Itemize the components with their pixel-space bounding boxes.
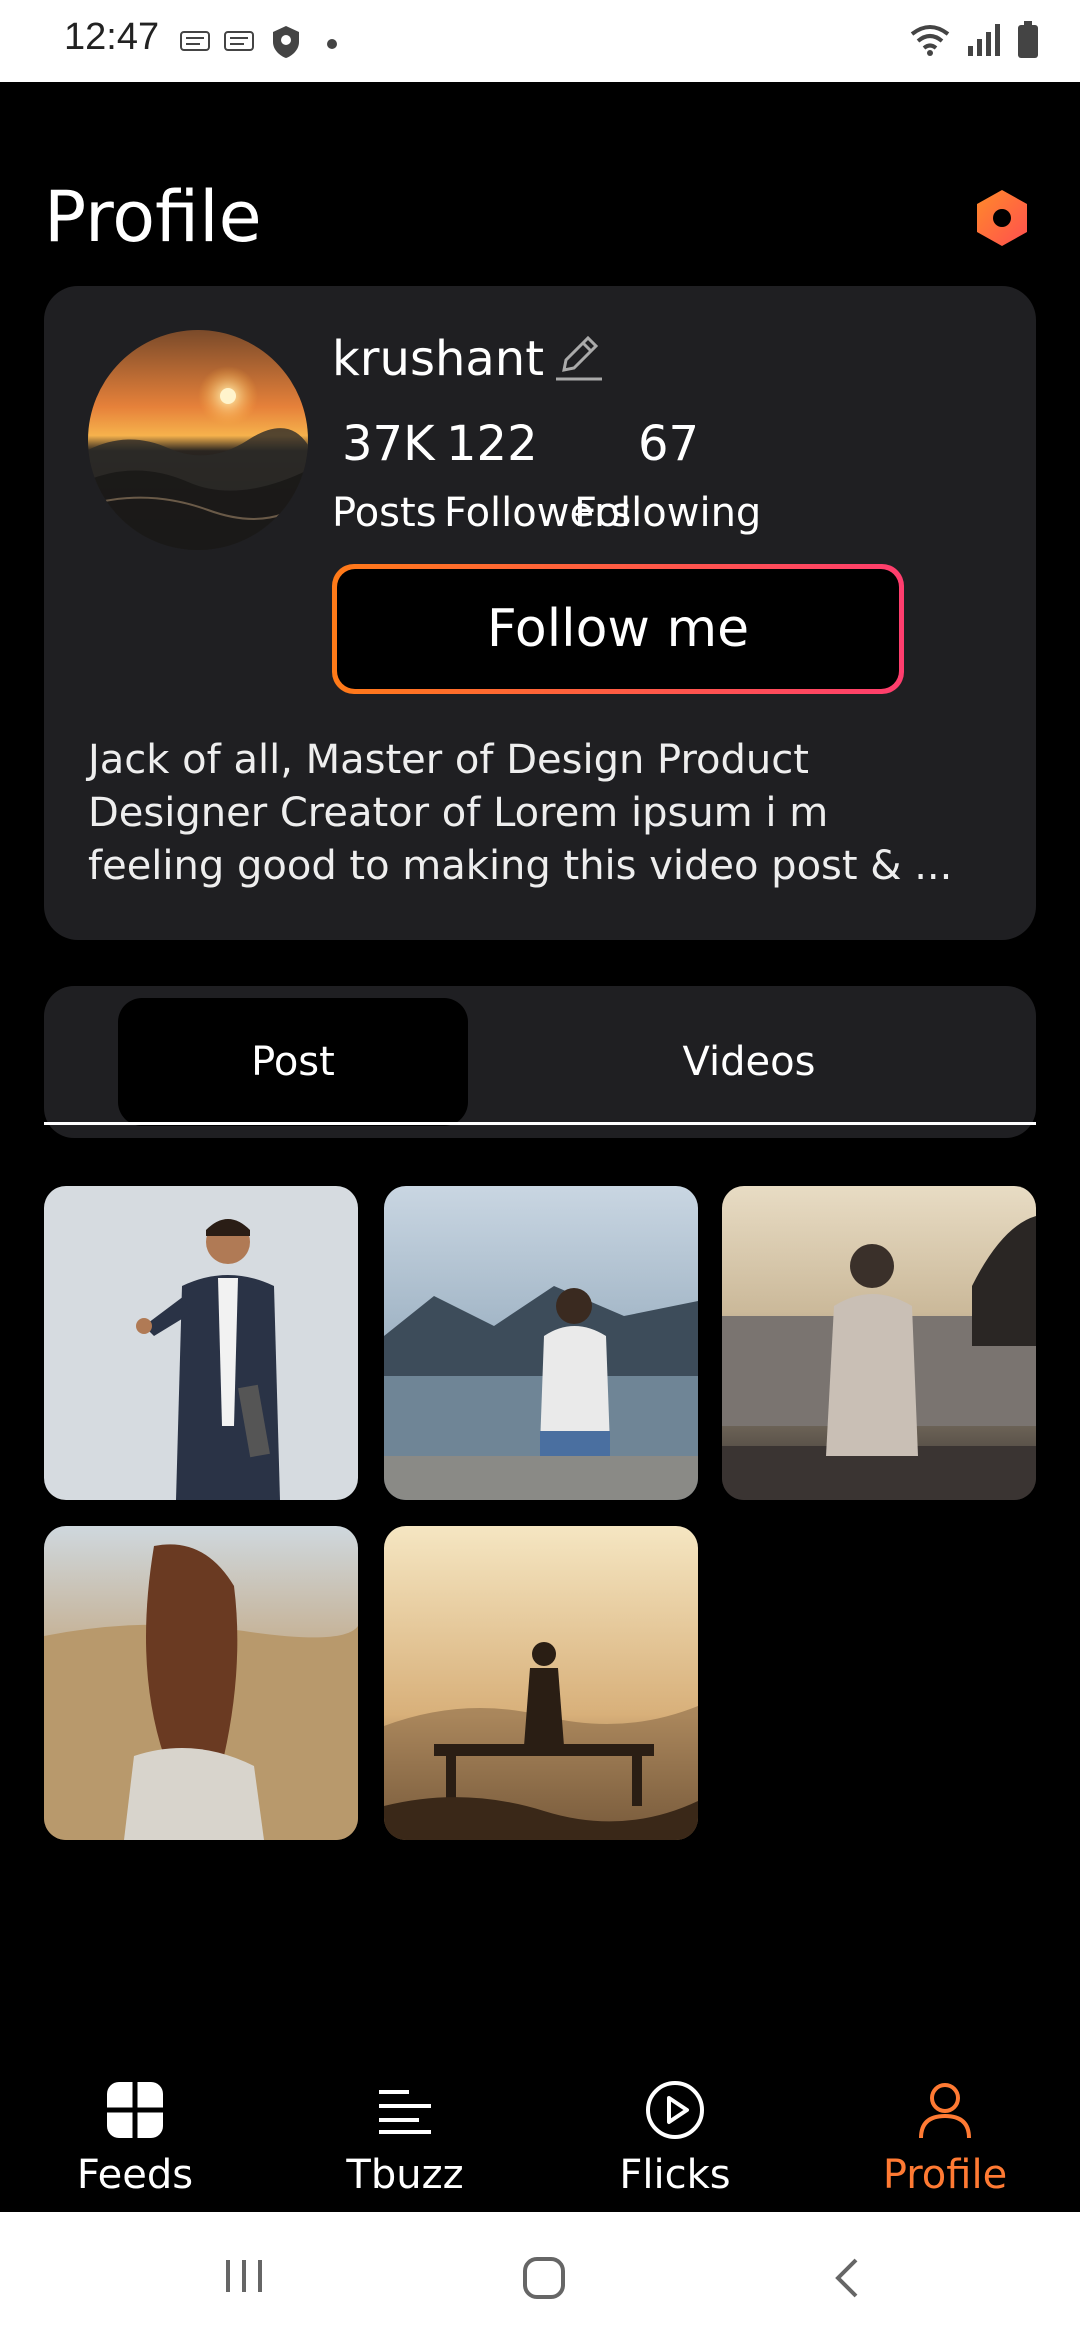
username-row: krushant (332, 330, 606, 388)
status-time: 12:47 (64, 16, 160, 58)
follow-button-label: Follow me (337, 569, 899, 689)
stat-value: 122 (446, 416, 538, 472)
edit-pencil-icon[interactable] (552, 330, 606, 388)
dot-icon (326, 34, 338, 55)
play-circle-icon (645, 2080, 705, 2144)
nav-flicks[interactable]: Flicks (540, 2080, 810, 2198)
person-icon (915, 2080, 975, 2144)
tab-videos[interactable]: Videos (574, 998, 924, 1126)
shield-icon (270, 24, 302, 65)
bio-line: Designer Creator of Lorem ipsum i m (88, 790, 829, 836)
profile-card: krushant 37K Posts 122 Followers 67 Foll… (44, 286, 1036, 940)
stat-label: Following (574, 490, 762, 536)
stat-followers[interactable]: 122 Followers (444, 416, 631, 536)
bio: Jack of all, Master of Design Product De… (88, 734, 1008, 893)
news-icon (178, 24, 212, 63)
stat-value: 67 (638, 416, 700, 472)
page-title: Profile (44, 176, 262, 258)
wifi-icon (908, 22, 952, 62)
post-woman-field[interactable] (44, 1526, 358, 1840)
bottom-nav: Feeds Tbuzz Flicks Profile (0, 2040, 1080, 2212)
tab-post[interactable]: Post (118, 998, 468, 1126)
nav-tbuzz[interactable]: Tbuzz (270, 2080, 540, 2198)
status-right-icons (908, 20, 1040, 64)
grid-icon (105, 2080, 165, 2144)
nav-label: Flicks (619, 2152, 731, 2198)
bio-line: feeling good to making this video post &… (88, 843, 953, 889)
system-nav-bar (0, 2212, 1080, 2340)
battery-icon (1016, 20, 1040, 64)
nav-feeds[interactable]: Feeds (0, 2080, 270, 2198)
hexagon-settings-icon[interactable] (972, 188, 1032, 248)
nav-label: Profile (882, 2152, 1008, 2198)
nav-label: Feeds (76, 2152, 194, 2198)
post-man-by-lake[interactable] (384, 1186, 698, 1500)
follow-button[interactable]: Follow me (332, 564, 904, 694)
bio-line: Jack of all, Master of Design Product (88, 737, 809, 783)
recents-icon[interactable] (222, 2256, 266, 2300)
post-man-sunset-sea[interactable] (722, 1186, 1036, 1500)
lines-icon (375, 2080, 435, 2144)
signal-icon (966, 22, 1002, 62)
stat-following[interactable]: 67 Following (574, 416, 761, 536)
post-businessman[interactable] (44, 1186, 358, 1500)
home-icon[interactable] (522, 2256, 566, 2304)
status-bar: 12:47 (0, 0, 1080, 82)
username: krushant (332, 331, 545, 387)
stat-posts[interactable]: 37K Posts (332, 416, 437, 536)
stat-value: 37K (342, 416, 435, 472)
avatar[interactable] (88, 330, 308, 550)
back-icon[interactable] (830, 2256, 866, 2304)
nav-label: Tbuzz (346, 2152, 464, 2198)
tab-divider (44, 1122, 1036, 1125)
stat-label: Posts (332, 490, 437, 536)
post-silhouette-bench[interactable] (384, 1526, 698, 1840)
news-icon (222, 24, 256, 63)
nav-profile[interactable]: Profile (810, 2080, 1080, 2198)
content-tabs: Post Videos (44, 986, 1036, 1138)
